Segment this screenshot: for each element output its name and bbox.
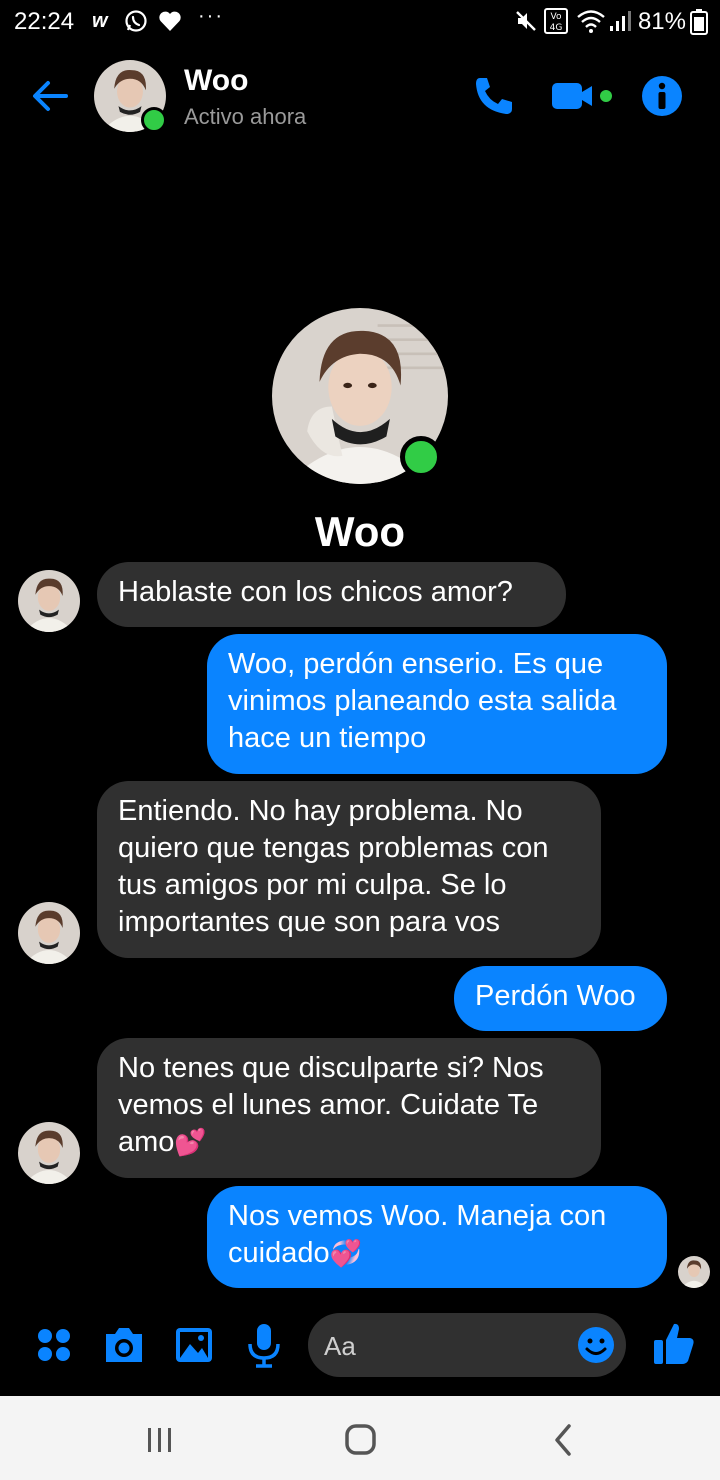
- message-input[interactable]: [322, 1313, 566, 1379]
- message-bubble-outgoing[interactable]: Woo, perdón enserio. Es que vinimos plan…: [207, 634, 667, 774]
- message-text: Hablaste con los chicos amor?: [118, 576, 513, 608]
- emoji-icon[interactable]: [576, 1325, 616, 1365]
- message-avatar[interactable]: [18, 902, 80, 964]
- profile-name: Woo: [314, 508, 406, 555]
- wifi-icon: [577, 10, 605, 33]
- mute-icon: [516, 11, 536, 31]
- heart-icon: [159, 11, 181, 31]
- recent-apps-icon[interactable]: [130, 1418, 190, 1462]
- w-icon: w: [92, 10, 108, 32]
- battery-icon: [690, 9, 708, 35]
- revolving-hearts-emoji: 💞: [329, 1239, 362, 1269]
- seen-receipt-avatar: [678, 1256, 710, 1288]
- video-call-icon[interactable]: [548, 72, 614, 120]
- message-bubble-outgoing[interactable]: Perdón Woo: [454, 966, 667, 1031]
- camera-icon[interactable]: [100, 1320, 148, 1370]
- more-dots-icon: ···: [198, 5, 224, 27]
- svg-text:4G: 4G: [550, 23, 563, 33]
- contact-status: Activo ahora: [184, 104, 307, 129]
- status-time: 22:24: [14, 8, 75, 35]
- info-icon[interactable]: [638, 72, 686, 120]
- message-bubble-incoming[interactable]: Hablaste con los chicos amor?: [97, 562, 566, 627]
- message-text: Woo, perdón enserio. Es que vinimos plan…: [228, 648, 617, 754]
- message-composer[interactable]: [308, 1313, 626, 1379]
- avatar-photo: [678, 1256, 710, 1288]
- message-text: Perdón Woo: [475, 980, 636, 1012]
- signal-icon: [610, 11, 631, 31]
- message-text: Nos vemos Woo. Maneja con cuidado: [228, 1200, 607, 1269]
- avatar-photo: [18, 902, 80, 964]
- message-bubble-incoming[interactable]: Entiendo. No hay problema. No quiero que…: [97, 781, 601, 958]
- message-avatar[interactable]: [18, 570, 80, 632]
- phone-call-icon[interactable]: [470, 72, 518, 120]
- battery-percent: 81%: [637, 8, 686, 35]
- contact-name[interactable]: Woo: [184, 64, 248, 98]
- message-bubble-incoming[interactable]: No tenes que disculparte si? Nos vemos e…: [97, 1038, 601, 1178]
- message-avatar[interactable]: [18, 1122, 80, 1184]
- two-hearts-emoji: 💕: [174, 1128, 207, 1158]
- avatar-photo: [18, 570, 80, 632]
- online-indicator: [400, 436, 442, 478]
- whatsapp-icon: [125, 10, 147, 32]
- microphone-icon[interactable]: [240, 1320, 288, 1370]
- like-thumbs-up-icon[interactable]: [650, 1318, 698, 1368]
- svg-text:Vo: Vo: [551, 12, 562, 22]
- online-indicator: [141, 107, 167, 133]
- message-text: Entiendo. No hay problema. No quiero que…: [118, 795, 549, 938]
- home-icon[interactable]: [330, 1418, 390, 1462]
- status-bar: 22:24 w ··· Vo 4G 81%: [0, 0, 720, 44]
- avatar-photo: [18, 1122, 80, 1184]
- back-arrow-icon[interactable]: [28, 74, 72, 118]
- message-bubble-outgoing[interactable]: Nos vemos Woo. Maneja con cuidado💞: [207, 1186, 667, 1288]
- back-nav-icon[interactable]: [534, 1418, 594, 1462]
- volte-4g-icon: Vo 4G: [544, 8, 568, 34]
- gallery-icon[interactable]: [170, 1320, 218, 1370]
- apps-menu-icon[interactable]: [32, 1320, 80, 1370]
